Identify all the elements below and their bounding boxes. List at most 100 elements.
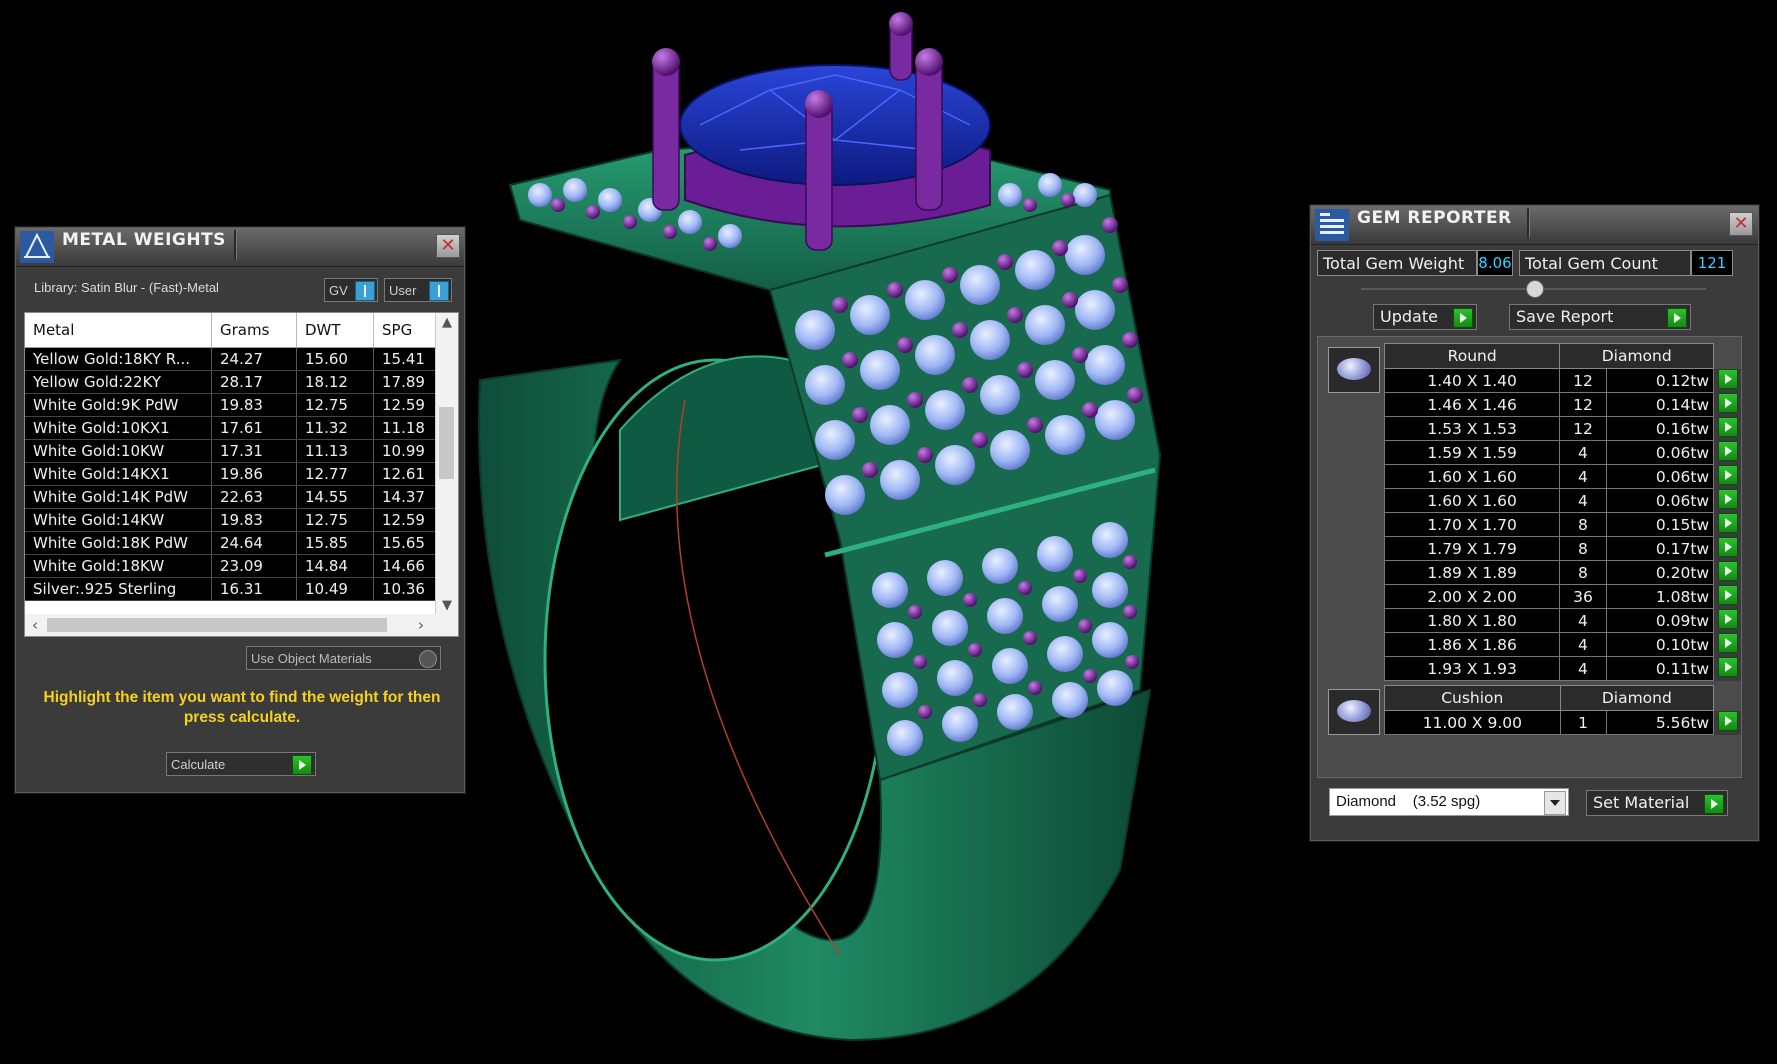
vscroll-thumb[interactable] (439, 407, 454, 479)
scroll-right-icon[interactable]: › (411, 614, 431, 636)
table-row[interactable]: White Gold:10KW 17.31 11.13 10.99 (25, 439, 443, 463)
select-gem-button[interactable] (1713, 416, 1741, 441)
play-arrow-icon[interactable] (1718, 710, 1739, 731)
gem-list[interactable]: Round Diamond 1.40 X 1.40 12 0.12tw 1.46 X … (1317, 336, 1742, 778)
user-toggle[interactable]: User (384, 278, 452, 302)
update-button[interactable]: Update (1373, 304, 1477, 330)
gem-weight: 0.06tw (1605, 488, 1715, 513)
set-material-button[interactable]: Set Material (1586, 790, 1728, 816)
col-header-dwt[interactable]: DWT (296, 313, 374, 348)
table-row[interactable]: White Gold:18KW 23.09 14.84 14.66 (25, 554, 443, 578)
table-row[interactable]: Yellow Gold:18KY R... 24.27 15.60 15.41 (25, 347, 443, 371)
gem-row[interactable]: 1.79 X 1.79 8 0.17tw (1383, 536, 1741, 561)
use-object-materials-option[interactable]: Use Object Materials (246, 646, 441, 670)
close-icon[interactable]: ✕ (436, 234, 460, 258)
select-gem-button[interactable] (1713, 488, 1741, 513)
gem-row[interactable]: 1.80 X 1.80 4 0.09tw (1383, 608, 1741, 633)
play-arrow-icon[interactable] (1718, 368, 1739, 389)
chevron-down-icon[interactable] (1544, 791, 1566, 815)
gem-row[interactable]: 1.89 X 1.89 8 0.20tw (1383, 560, 1741, 585)
gem-row[interactable]: 1.46 X 1.46 12 0.14tw (1383, 392, 1741, 417)
close-icon[interactable]: ✕ (1729, 212, 1753, 236)
play-arrow-icon[interactable] (1718, 464, 1739, 485)
play-arrow-icon[interactable] (1718, 608, 1739, 629)
gem-weight: 0.06tw (1605, 440, 1715, 465)
gem-row[interactable]: 11.00 X 9.00 1 5.56tw (1384, 710, 1741, 735)
select-gem-button[interactable] (1713, 656, 1741, 681)
play-arrow-icon[interactable] (1718, 488, 1739, 509)
cell-spg: 15.41 (373, 347, 443, 371)
col-header-metal[interactable]: Metal (25, 313, 212, 348)
metal-table-vscroll[interactable]: ▲ ▼ (435, 313, 458, 615)
play-arrow-icon[interactable] (1718, 392, 1739, 413)
calculate-button[interactable]: Calculate (166, 752, 316, 776)
play-arrow-icon[interactable] (1718, 512, 1739, 533)
gem-row[interactable]: 1.53 X 1.53 12 0.16tw (1383, 416, 1741, 441)
radio-icon[interactable] (419, 650, 437, 668)
play-arrow-icon[interactable] (1718, 440, 1739, 461)
select-gem-button[interactable] (1713, 368, 1741, 393)
metal-weights-titlebar[interactable]: METAL WEIGHTS ✕ (16, 228, 464, 267)
user-toggle-icon (429, 281, 449, 301)
gv-toggle[interactable]: GV (324, 278, 378, 302)
total-gem-weight-value: 8.06 (1477, 250, 1513, 276)
gem-reporter-titlebar[interactable]: GEM REPORTER ✕ (1311, 206, 1758, 245)
select-gem-button[interactable] (1713, 710, 1741, 735)
hscroll-thumb[interactable] (47, 618, 387, 632)
table-row[interactable]: Silver:.925 Sterling 16.31 10.49 10.36 (25, 577, 443, 601)
play-arrow-icon[interactable] (1718, 536, 1739, 557)
col-header-grams[interactable]: Grams (211, 313, 297, 348)
gem-row[interactable]: 1.70 X 1.70 8 0.15tw (1383, 512, 1741, 537)
ring-model (478, 12, 1162, 1042)
scroll-left-icon[interactable]: ‹ (25, 614, 45, 636)
play-arrow-icon[interactable] (1667, 308, 1687, 328)
gem-row[interactable]: 2.00 X 2.00 36 1.08tw (1383, 584, 1741, 609)
play-arrow-icon[interactable] (1704, 794, 1724, 814)
table-row[interactable]: White Gold:14KX1 19.86 12.77 12.61 (25, 462, 443, 486)
select-gem-button[interactable] (1713, 536, 1741, 561)
metal-table-hscroll[interactable]: ‹ › (24, 614, 459, 637)
play-arrow-icon[interactable] (292, 755, 312, 775)
gem-row[interactable]: 1.86 X 1.86 4 0.10tw (1383, 632, 1741, 657)
metal-table[interactable]: Metal Grams DWT SPG Yellow Gold:18KY R..… (24, 312, 459, 616)
table-row[interactable]: White Gold:14K PdW 22.63 14.55 14.37 (25, 485, 443, 509)
table-row[interactable]: White Gold:10KX1 17.61 11.32 11.18 (25, 416, 443, 440)
cushion-gem-thumbnail[interactable] (1328, 689, 1380, 735)
cell-metal: White Gold:18K PdW (25, 531, 212, 555)
table-row[interactable]: White Gold:18K PdW 24.64 15.85 15.65 (25, 531, 443, 555)
cell-spg: 12.59 (373, 508, 443, 532)
play-arrow-icon[interactable] (1718, 560, 1739, 581)
play-arrow-icon[interactable] (1718, 416, 1739, 437)
select-gem-button[interactable] (1713, 440, 1741, 465)
play-arrow-icon[interactable] (1718, 584, 1739, 605)
select-gem-button[interactable] (1713, 512, 1741, 537)
play-arrow-icon[interactable] (1453, 308, 1473, 328)
gem-row[interactable]: 1.59 X 1.59 4 0.06tw (1383, 440, 1741, 465)
col-header-spg[interactable]: SPG (373, 313, 443, 348)
cell-grams: 24.64 (211, 531, 297, 555)
scroll-up-icon[interactable]: ▲ (436, 315, 458, 330)
material-select[interactable]: Diamond (3.52 spg) (1329, 788, 1569, 816)
round-gem-thumbnail[interactable] (1328, 347, 1380, 393)
table-row[interactable]: White Gold:9K PdW 19.83 12.75 12.59 (25, 393, 443, 417)
select-gem-button[interactable] (1713, 608, 1741, 633)
cell-grams: 16.31 (211, 577, 297, 601)
play-arrow-icon[interactable] (1718, 632, 1739, 653)
select-gem-button[interactable] (1713, 584, 1741, 609)
gem-row[interactable]: 1.60 X 1.60 4 0.06tw (1383, 464, 1741, 489)
select-gem-button[interactable] (1713, 392, 1741, 417)
play-arrow-icon[interactable] (1718, 656, 1739, 677)
select-gem-button[interactable] (1713, 464, 1741, 489)
table-row[interactable]: White Gold:14KW 19.83 12.75 12.59 (25, 508, 443, 532)
save-report-button[interactable]: Save Report (1509, 304, 1691, 330)
gem-weight: 0.06tw (1605, 464, 1715, 489)
3d-viewport[interactable] (470, 0, 1310, 1060)
gem-row[interactable]: 1.60 X 1.60 4 0.06tw (1383, 488, 1741, 513)
scroll-down-icon[interactable]: ▼ (436, 598, 458, 613)
select-gem-button[interactable] (1713, 560, 1741, 585)
splitter-handle[interactable] (1526, 280, 1544, 298)
gem-row[interactable]: 1.93 X 1.93 4 0.11tw (1383, 656, 1741, 681)
select-gem-button[interactable] (1713, 632, 1741, 657)
table-row[interactable]: Yellow Gold:22KY 28.17 18.12 17.89 (25, 370, 443, 394)
gem-row[interactable]: 1.40 X 1.40 12 0.12tw (1383, 368, 1741, 393)
